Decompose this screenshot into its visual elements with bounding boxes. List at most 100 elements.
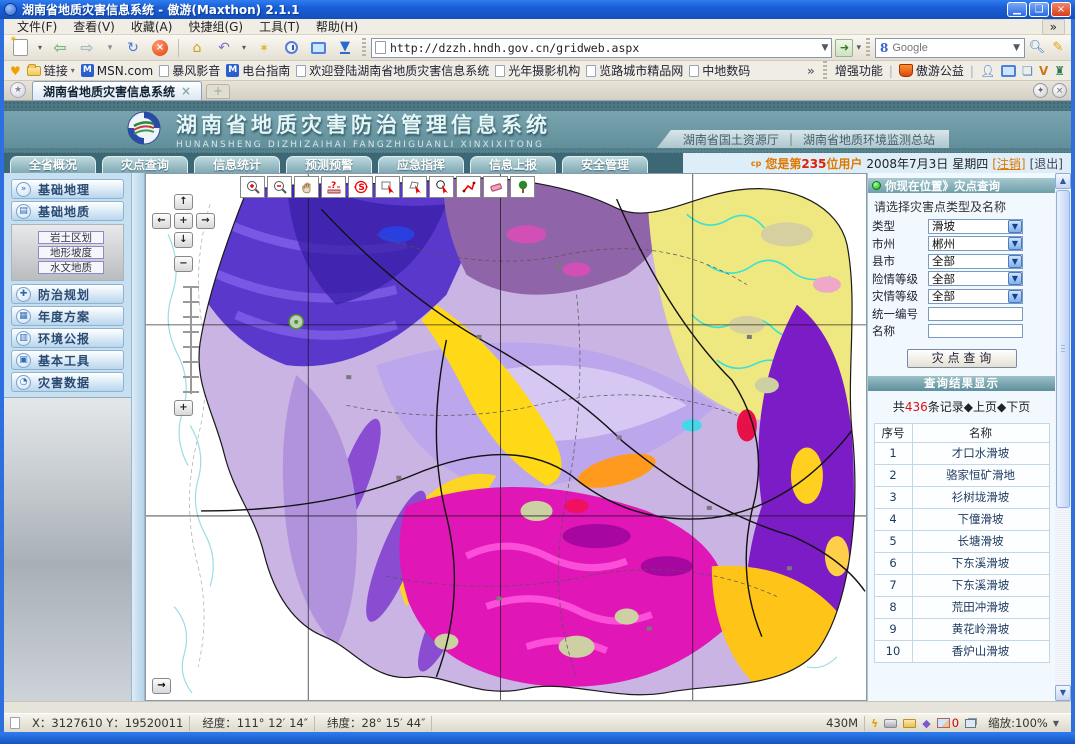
history-button[interactable] [279, 37, 303, 59]
draw-line-tool[interactable] [456, 176, 481, 198]
tools-round-button[interactable]: ✦ [1033, 83, 1048, 98]
city-select[interactable]: 郴州▼ [928, 236, 1023, 251]
resize-window-icon[interactable] [965, 719, 976, 728]
sidebar-item-disaster-data[interactable]: ◔灾害数据 [11, 372, 124, 392]
zoom-control[interactable]: 缩放:100%▼ [982, 716, 1065, 731]
dropdown-arrow-icon[interactable]: ▼ [1008, 220, 1022, 233]
forward-button[interactable]: ⇨ [75, 37, 99, 59]
city-building-icon[interactable]: ♜ [1054, 64, 1065, 78]
online-status-icon[interactable]: 👤︎ [980, 64, 995, 78]
link-radio[interactable]: M电台指南 [226, 62, 290, 79]
go-dropdown-icon[interactable]: ▾ [856, 43, 861, 53]
table-row[interactable]: 1才口水滑坡 [874, 442, 1049, 464]
menu-file[interactable]: 文件(F) [10, 18, 64, 35]
page-scrollbar[interactable]: ▲ ▼ [1055, 173, 1071, 701]
close-round-button[interactable]: × [1052, 83, 1067, 98]
tab-active[interactable]: 湖南省地质灾害信息系统 × [32, 81, 202, 100]
nav-tab-forecast[interactable]: 预测预警 [286, 156, 372, 173]
sidebar-item-basic-tools[interactable]: ▣基本工具 [11, 350, 124, 370]
cascade-windows-icon[interactable]: ❏ [1022, 64, 1033, 78]
pan-left-button[interactable]: ← [152, 213, 171, 229]
pan-bottom-arrow-button[interactable]: → [152, 678, 171, 694]
sub-item-rock-zoning[interactable]: 岩土区划 [38, 231, 104, 244]
search-input[interactable] [892, 42, 1009, 54]
zoom-in-tool[interactable] [240, 176, 265, 198]
zoom-slider[interactable] [183, 286, 199, 394]
address-dropdown-icon[interactable]: ▼ [822, 43, 829, 53]
exit-link[interactable]: [退出] [1030, 155, 1063, 172]
printer-icon[interactable] [884, 719, 897, 728]
table-row[interactable]: 9黄花岭滑坡 [874, 618, 1049, 640]
tab-close-icon[interactable]: × [181, 84, 191, 98]
menu-groups[interactable]: 快捷组(G) [181, 18, 250, 35]
table-row[interactable]: 6下东溪滑坡 [874, 552, 1049, 574]
pan-up-button[interactable]: ↑ [174, 194, 193, 210]
map-viewport[interactable]: ? S ↑ ← + → ↓ − + → [145, 173, 867, 701]
prev-page-link[interactable]: ◆上页 [964, 400, 997, 414]
links-overflow-chevron[interactable]: » [807, 64, 815, 78]
link-zhongdi[interactable]: 中地数码 [689, 62, 750, 79]
sidebar-item-annual-plan[interactable]: ▦年度方案 [11, 306, 124, 326]
code-input[interactable] [928, 307, 1023, 321]
identify-tool[interactable] [429, 176, 454, 198]
dropdown-arrow-icon[interactable]: ▼ [1008, 255, 1022, 268]
query-button[interactable]: 灾 点 查 询 [907, 349, 1017, 368]
search-button[interactable]: 🔍︎ [1028, 37, 1046, 59]
scrollbar-thumb[interactable] [1056, 190, 1070, 508]
zoom-plus-button[interactable]: + [174, 400, 193, 416]
restore-button[interactable]: ❏ [1029, 2, 1049, 17]
boost-lightning-icon[interactable]: ϟ [871, 717, 878, 730]
new-tab-button[interactable] [8, 37, 32, 59]
banner-link-geo-station[interactable]: 湖南省地质环境监测总站 [803, 131, 935, 148]
select-polygon-tool[interactable] [402, 176, 427, 198]
favorites-heart-icon[interactable]: ♥ [10, 64, 21, 78]
logout-link[interactable]: [注销] [992, 155, 1025, 172]
popup-window-icon[interactable] [1001, 65, 1016, 77]
table-row[interactable]: 3衫树垅滑坡 [874, 486, 1049, 508]
downloads-folder-icon[interactable] [903, 719, 916, 728]
dropdown-arrow-icon[interactable]: ▼ [1008, 272, 1022, 285]
menu-tools[interactable]: 工具(T) [252, 18, 307, 35]
link-msn[interactable]: MMSN.com [81, 64, 153, 78]
eraser-tool[interactable] [483, 176, 508, 198]
links-folder[interactable]: 链接▾ [27, 62, 75, 79]
panel-splitter[interactable] [132, 173, 145, 701]
nav-tab-disaster-query[interactable]: 灾点查询 [102, 156, 188, 173]
pan-down-button[interactable]: ↓ [174, 232, 193, 248]
table-row[interactable]: 2骆家恒矿滑地 [874, 464, 1049, 486]
measure-tool[interactable]: ? [321, 176, 346, 198]
stop-button[interactable]: × [148, 37, 172, 59]
type-select[interactable]: 滑坡▼ [928, 219, 1023, 234]
table-row[interactable]: 4下僮滑坡 [874, 508, 1049, 530]
tab-list-star-icon[interactable]: ★ [10, 82, 26, 98]
sidebar-item-prevention-plan[interactable]: ✚防治规划 [11, 284, 124, 304]
search-engine-icon[interactable]: 8 [880, 41, 888, 55]
v-badge-icon[interactable]: V [1039, 64, 1048, 78]
close-button[interactable]: × [1051, 2, 1071, 17]
image-counter[interactable]: 0 [937, 716, 959, 730]
dropdown-arrow-icon[interactable]: ▼ [1008, 290, 1022, 303]
menu-view[interactable]: 查看(V) [66, 18, 122, 35]
pan-right-button[interactable]: → [196, 213, 215, 229]
link-baofeng[interactable]: 暴风影音 [159, 62, 220, 79]
undo-button[interactable]: ↶ [212, 37, 236, 59]
sub-item-hydrogeology[interactable]: 水文地质 [38, 261, 104, 274]
minimize-button[interactable]: ▁ [1007, 2, 1027, 17]
plugin-diamond-icon[interactable]: ◆ [922, 717, 930, 730]
download-button[interactable]: ▼ [333, 37, 357, 59]
county-select[interactable]: 全部▼ [928, 254, 1023, 269]
sidebar-item-base-geography[interactable]: »基础地理 [11, 179, 124, 199]
pan-center-button[interactable]: + [174, 213, 193, 229]
banner-link-land-dept[interactable]: 湖南省国土资源厅 [683, 131, 779, 148]
new-tab-dropdown[interactable]: ▾ [35, 37, 45, 59]
table-row[interactable]: 8荒田冲滑坡 [874, 596, 1049, 618]
pan-tool[interactable] [294, 176, 319, 198]
scroll-down-arrow-icon[interactable]: ▼ [1055, 685, 1071, 701]
nav-tab-security[interactable]: 安全管理 [562, 156, 648, 173]
menu-overflow-chevron-icon[interactable]: » [1042, 19, 1065, 35]
name-input[interactable] [928, 324, 1023, 338]
new-tab-stub[interactable]: + [206, 84, 230, 99]
link-guangnian[interactable]: 光年摄影机构 [495, 62, 580, 79]
scroll-up-arrow-icon[interactable]: ▲ [1055, 173, 1071, 189]
layer-tree-tool[interactable] [510, 176, 535, 198]
